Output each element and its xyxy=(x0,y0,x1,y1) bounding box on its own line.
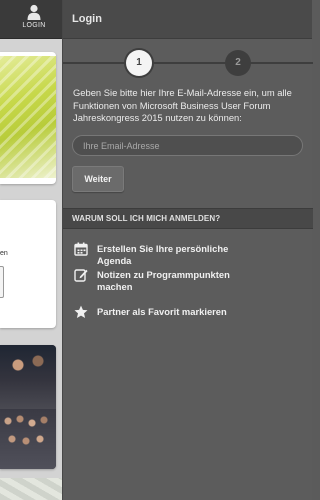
background-card-photos[interactable] xyxy=(0,345,56,469)
background-card-text[interactable]: en xyxy=(0,200,56,328)
background-card-image[interactable] xyxy=(0,52,56,184)
step-2: 2 xyxy=(225,50,251,76)
why-register-title: WARUM SOLL ICH MICH ANMELDEN? xyxy=(72,214,221,223)
star-icon xyxy=(74,305,88,318)
login-tab[interactable]: LOGIN xyxy=(14,4,54,36)
card-button-fragment xyxy=(0,266,4,298)
benefit-item-agenda: Erstellen Sie Ihre persönliche Agenda xyxy=(74,242,304,266)
intro-text: Geben Sie bitte hier Ihre E-Mail-Adresse… xyxy=(73,87,292,123)
map-fragment xyxy=(0,478,62,500)
card-text-fragment: en xyxy=(0,250,8,257)
user-icon xyxy=(27,4,41,20)
calendar-icon xyxy=(74,242,88,256)
benefit-item-notes: Notizen zu Programmpunkten machen xyxy=(74,268,304,296)
step-1: 1 xyxy=(126,50,152,76)
benefit-label-favorite: Partner als Favorit markieren xyxy=(97,306,227,317)
audience-photo xyxy=(0,409,56,469)
background-app: LOGIN en xyxy=(0,0,62,500)
background-topbar: LOGIN xyxy=(0,0,62,39)
login-tab-label: LOGIN xyxy=(22,22,46,29)
edit-note-icon xyxy=(74,269,88,282)
step-indicator: 1 2 xyxy=(63,50,313,76)
email-field[interactable] xyxy=(72,135,303,156)
event-photo xyxy=(0,345,56,409)
benefit-label-agenda: Erstellen Sie Ihre persönliche Agenda xyxy=(97,243,229,266)
step-track xyxy=(63,62,313,64)
submit-button[interactable]: Weiter xyxy=(72,166,124,192)
benefit-label-notes: Notizen zu Programmpunkten machen xyxy=(97,269,230,292)
login-panel: Login 1 2 Geben Sie bitte hier Ihre E-Ma… xyxy=(62,0,313,500)
benefit-item-favorite: Partner als Favorit markieren xyxy=(74,305,304,321)
panel-title: Login xyxy=(72,13,102,25)
card-image xyxy=(0,56,56,178)
why-register-header: WARUM SOLL ICH MICH ANMELDEN? xyxy=(63,208,313,229)
